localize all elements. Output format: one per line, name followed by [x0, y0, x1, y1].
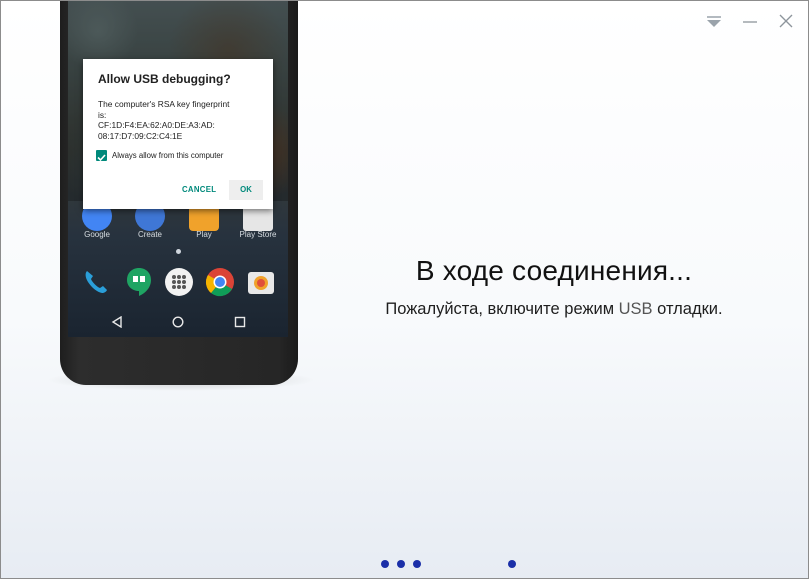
instructions-text: Пожалуйста, включите режим — [385, 300, 619, 318]
dialog-body-line: CF:1D:F4:EA:62:A0:DE:A3:AD: — [98, 120, 215, 130]
back-icon — [111, 316, 122, 328]
cancel-button[interactable]: CANCEL — [182, 185, 216, 194]
dialog-body: The computer's RSA key fingerprint is: C… — [98, 99, 263, 141]
dialog-body-line: is: — [98, 109, 107, 120]
instructions-text-end: отладки. — [652, 300, 723, 318]
progress-dot — [508, 560, 516, 568]
dialog-title: Allow USB debugging? — [98, 72, 231, 86]
chrome-icon — [205, 268, 234, 297]
dialog-body-line: 08:17:D7:09:C2:C4:1E — [98, 130, 183, 141]
app-label: Google — [84, 230, 110, 239]
connection-instructions: Пожалуйста, включите режим USB отладки. — [341, 300, 767, 319]
ok-button[interactable]: OK — [229, 180, 263, 200]
progress-dot — [413, 560, 421, 568]
phone-icon — [85, 271, 107, 293]
phone-navbar — [68, 304, 288, 337]
connection-status-title: В ходе соединения... — [415, 255, 693, 286]
always-allow-checkbox[interactable] — [96, 150, 107, 162]
app-label: Play Store — [239, 230, 277, 239]
home-icon — [172, 316, 184, 328]
app-label: Play — [196, 230, 212, 239]
app-label: Create — [137, 230, 162, 239]
progress-dot — [381, 560, 389, 568]
page-indicator-dot — [176, 249, 181, 254]
dropdown-menu-icon[interactable] — [703, 11, 725, 33]
camera-icon — [248, 272, 274, 294]
connection-window: Google Create Play Play Store Allow USB … — [0, 0, 809, 579]
recents-icon — [234, 316, 246, 328]
usb-debugging-dialog: Allow USB debugging? The computer's RSA … — [83, 59, 273, 209]
hangouts-icon — [127, 268, 151, 296]
apps-icon — [165, 268, 193, 296]
progress-dot — [397, 560, 405, 568]
checkbox-label: Always allow from this computer — [112, 151, 224, 160]
minimize-icon[interactable] — [739, 11, 761, 33]
dialog-body-line: The computer's RSA key fingerprint — [98, 99, 230, 109]
usb-text: USB — [618, 300, 653, 318]
checkmark-icon — [97, 154, 106, 162]
close-icon[interactable] — [775, 11, 797, 33]
